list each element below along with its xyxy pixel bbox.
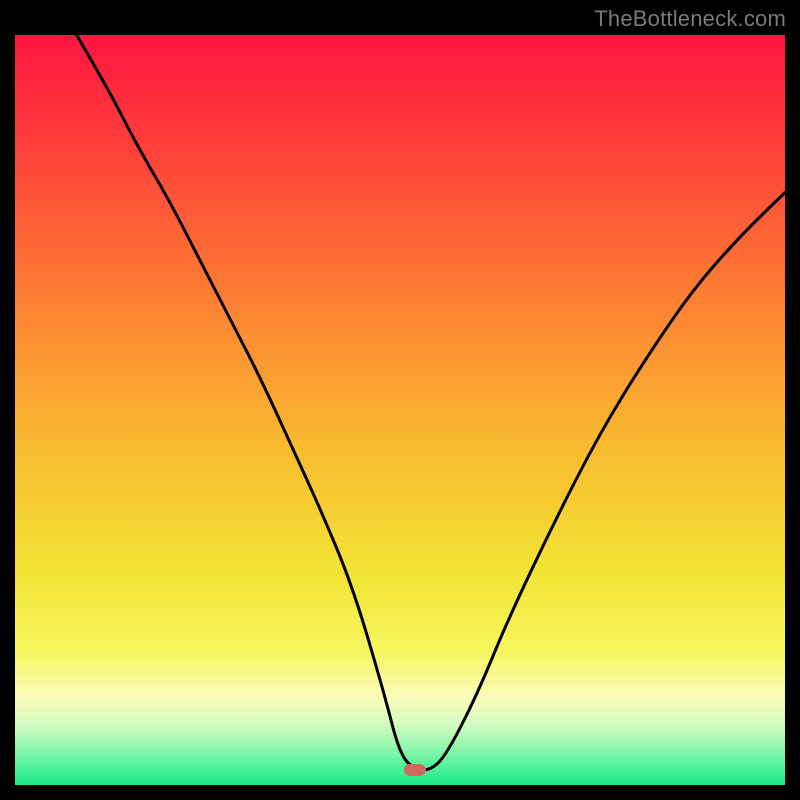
- optimal-marker: [404, 764, 426, 776]
- plot-area: [15, 35, 785, 785]
- chart-frame: TheBottleneck.com: [0, 0, 800, 800]
- bottleneck-curve: [15, 35, 785, 785]
- watermark-text: TheBottleneck.com: [594, 6, 786, 32]
- curve-path: [77, 35, 785, 770]
